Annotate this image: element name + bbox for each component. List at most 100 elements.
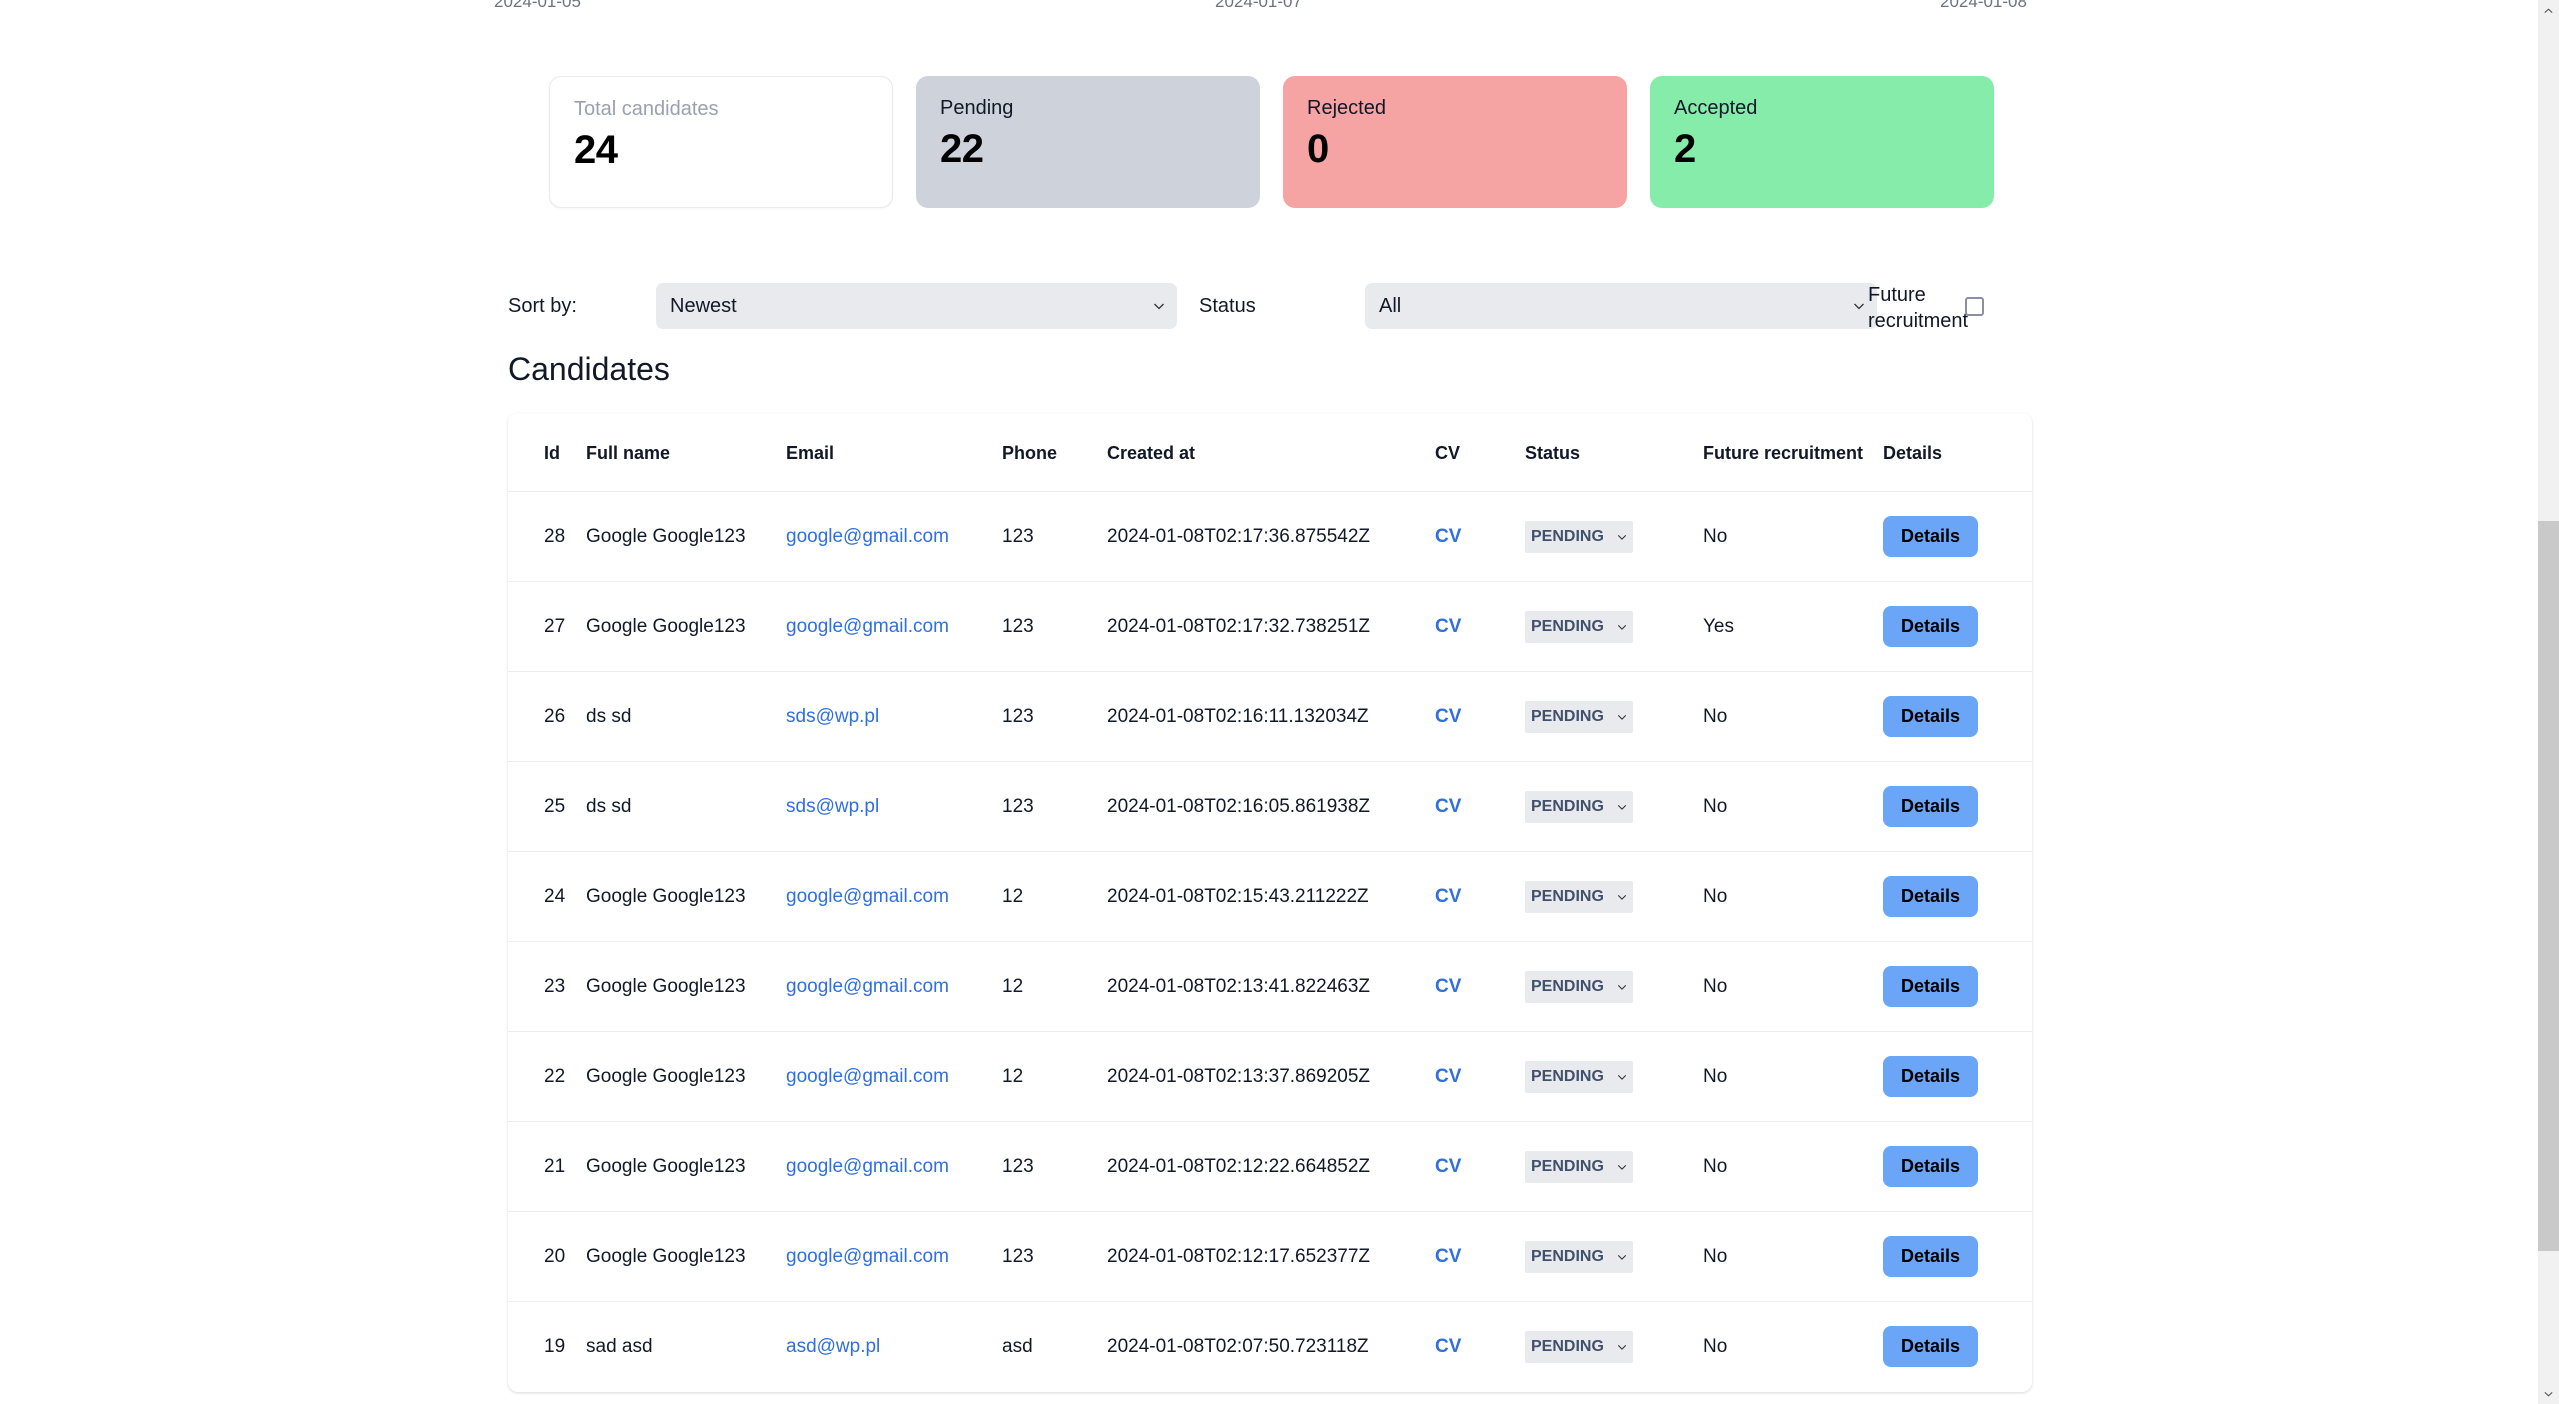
cv-link[interactable]: CV — [1435, 1246, 1461, 1267]
table-column-header: Details — [1883, 413, 2032, 492]
email-link[interactable]: sds@wp.pl — [786, 706, 879, 727]
cell-created-at: 2024-01-08T02:07:50.723118Z — [1107, 1302, 1435, 1392]
details-button[interactable]: Details — [1883, 1056, 1978, 1097]
cv-link[interactable]: CV — [1435, 886, 1461, 907]
email-link[interactable]: google@gmail.com — [786, 886, 949, 907]
cell-future-recruitment: No — [1703, 672, 1883, 762]
cell-phone: 123 — [1002, 1122, 1107, 1212]
stat-card-rejected: Rejected0 — [1283, 76, 1627, 208]
details-button[interactable]: Details — [1883, 1236, 1978, 1277]
cell-full-name: Google Google123 — [586, 582, 786, 672]
cv-link[interactable]: CV — [1435, 796, 1461, 817]
email-link[interactable]: google@gmail.com — [786, 1066, 949, 1087]
vertical-scrollbar[interactable] — [2538, 0, 2559, 1404]
cell-phone: 123 — [1002, 1212, 1107, 1302]
details-button[interactable]: Details — [1883, 786, 1978, 827]
row-status-select[interactable]: PENDINGACCEPTEDREJECTED — [1525, 1331, 1633, 1363]
cell-full-name: Google Google123 — [586, 852, 786, 942]
cell-full-name: sad asd — [586, 1302, 786, 1392]
email-link[interactable]: google@gmail.com — [786, 1246, 949, 1267]
table-column-header: CV — [1435, 413, 1525, 492]
cv-link[interactable]: CV — [1435, 1336, 1461, 1357]
row-status-select[interactable]: PENDINGACCEPTEDREJECTED — [1525, 611, 1633, 643]
cell-future-recruitment: No — [1703, 1122, 1883, 1212]
row-status-select[interactable]: PENDINGACCEPTEDREJECTED — [1525, 881, 1633, 913]
candidate-name: Google Google123 — [586, 1066, 746, 1087]
cell-status: PENDINGACCEPTEDREJECTED — [1525, 762, 1703, 852]
candidate-name: Google Google123 — [586, 1246, 746, 1267]
cell-status: PENDINGACCEPTEDREJECTED — [1525, 1302, 1703, 1392]
cv-link[interactable]: CV — [1435, 526, 1461, 547]
status-filter-select[interactable]: AllPENDINGACCEPTEDREJECTED — [1365, 283, 1877, 329]
status-select-wrap: PENDINGACCEPTEDREJECTED — [1525, 1151, 1633, 1183]
cell-id: 25 — [508, 762, 586, 852]
status-select-wrap: PENDINGACCEPTEDREJECTED — [1525, 791, 1633, 823]
details-button[interactable]: Details — [1883, 516, 1978, 557]
cell-status: PENDINGACCEPTEDREJECTED — [1525, 1212, 1703, 1302]
cell-created-at: 2024-01-08T02:16:05.861938Z — [1107, 762, 1435, 852]
table-body: 28Google Google123google@gmail.com123202… — [508, 492, 2032, 1392]
table-column-header: Id — [508, 413, 586, 492]
cell-status: PENDINGACCEPTEDREJECTED — [1525, 1122, 1703, 1212]
scroll-up-button[interactable] — [2538, 0, 2559, 21]
details-button[interactable]: Details — [1883, 1146, 1978, 1187]
details-button[interactable]: Details — [1883, 1326, 1978, 1367]
cv-link[interactable]: CV — [1435, 616, 1461, 637]
status-dropdown-wrap: AllPENDINGACCEPTEDREJECTED — [1365, 283, 1877, 329]
row-status-select[interactable]: PENDINGACCEPTEDREJECTED — [1525, 791, 1633, 823]
cell-created-at: 2024-01-08T02:17:36.875542Z — [1107, 492, 1435, 582]
cv-link[interactable]: CV — [1435, 1156, 1461, 1177]
cell-future-recruitment: No — [1703, 942, 1883, 1032]
cell-created-at: 2024-01-08T02:13:41.822463Z — [1107, 942, 1435, 1032]
filter-bar: Sort by: NewestOldest Status AllPENDINGA… — [508, 276, 2068, 336]
email-link[interactable]: google@gmail.com — [786, 616, 949, 637]
candidate-name: Google Google123 — [586, 886, 746, 907]
email-link[interactable]: google@gmail.com — [786, 526, 949, 547]
cell-status: PENDINGACCEPTEDREJECTED — [1525, 852, 1703, 942]
scrollbar-thumb[interactable] — [2538, 521, 2559, 1251]
row-status-select[interactable]: PENDINGACCEPTEDREJECTED — [1525, 1241, 1633, 1273]
sort-by-select[interactable]: NewestOldest — [656, 283, 1177, 329]
future-recruitment-label: Future recruitment — [1868, 282, 1952, 334]
row-status-select[interactable]: PENDINGACCEPTEDREJECTED — [1525, 1151, 1633, 1183]
cell-phone: 12 — [1002, 942, 1107, 1032]
table-row: 26ds sdsds@wp.pl1232024-01-08T02:16:11.1… — [508, 672, 2032, 762]
future-recruitment-checkbox[interactable] — [1965, 297, 1984, 316]
cell-future-recruitment: No — [1703, 1212, 1883, 1302]
cell-future-recruitment: No — [1703, 1032, 1883, 1122]
cell-cv: CV — [1435, 942, 1525, 1032]
candidates-table: IdFull nameEmailPhoneCreated atCVStatusF… — [508, 413, 2032, 1392]
cv-link[interactable]: CV — [1435, 706, 1461, 727]
status-select-wrap: PENDINGACCEPTEDREJECTED — [1525, 521, 1633, 553]
cell-created-at: 2024-01-08T02:15:43.211222Z — [1107, 852, 1435, 942]
cell-details: Details — [1883, 1212, 2032, 1302]
email-link[interactable]: google@gmail.com — [786, 1156, 949, 1177]
cv-link[interactable]: CV — [1435, 976, 1461, 997]
email-link[interactable]: sds@wp.pl — [786, 796, 879, 817]
cell-cv: CV — [1435, 672, 1525, 762]
table-column-header: Email — [786, 413, 1002, 492]
details-button[interactable]: Details — [1883, 966, 1978, 1007]
details-button[interactable]: Details — [1883, 876, 1978, 917]
row-status-select[interactable]: PENDINGACCEPTEDREJECTED — [1525, 1061, 1633, 1093]
chevron-up-icon — [2544, 8, 2553, 14]
details-button[interactable]: Details — [1883, 696, 1978, 737]
cell-future-recruitment: No — [1703, 1302, 1883, 1392]
email-link[interactable]: google@gmail.com — [786, 976, 949, 997]
row-status-select[interactable]: PENDINGACCEPTEDREJECTED — [1525, 971, 1633, 1003]
cell-email: asd@wp.pl — [786, 1302, 1002, 1392]
row-status-select[interactable]: PENDINGACCEPTEDREJECTED — [1525, 521, 1633, 553]
cv-link[interactable]: CV — [1435, 1066, 1461, 1087]
table-row: 20Google Google123google@gmail.com123202… — [508, 1212, 2032, 1302]
cell-created-at: 2024-01-08T02:13:37.869205Z — [1107, 1032, 1435, 1122]
email-link[interactable]: asd@wp.pl — [786, 1336, 880, 1357]
table-row: 23Google Google123google@gmail.com122024… — [508, 942, 2032, 1032]
stat-cards: Total candidates24Pending22Rejected0Acce… — [549, 76, 1994, 208]
cell-status: PENDINGACCEPTEDREJECTED — [1525, 1032, 1703, 1122]
scroll-down-button[interactable] — [2538, 1383, 2559, 1404]
cell-created-at: 2024-01-08T02:12:17.652377Z — [1107, 1212, 1435, 1302]
details-button[interactable]: Details — [1883, 606, 1978, 647]
cell-phone: 123 — [1002, 762, 1107, 852]
row-status-select[interactable]: PENDINGACCEPTEDREJECTED — [1525, 701, 1633, 733]
cell-cv: CV — [1435, 762, 1525, 852]
